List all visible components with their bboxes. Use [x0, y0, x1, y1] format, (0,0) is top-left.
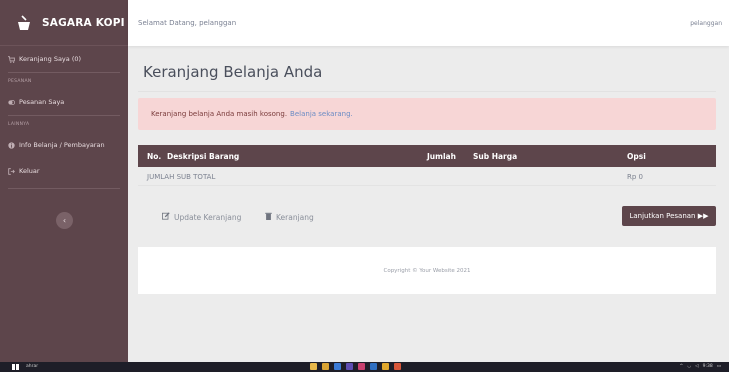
cart-actions: Update Keranjang Keranjang Lanjutkan Pes…	[138, 206, 716, 228]
cart-table: No. Deskripsi Barang Jumlah Sub Harga Op…	[138, 145, 716, 186]
files-icon[interactable]	[382, 363, 389, 370]
empty-cart-alert: Keranjang belanja Anda masih kosong. Bel…	[138, 98, 716, 130]
edit-icon	[162, 212, 170, 222]
sidebar-item-label: Keranjang Saya (0)	[19, 55, 82, 63]
folder-icon[interactable]	[310, 363, 317, 370]
sidebar-item-cart[interactable]: Keranjang Saya (0)	[0, 46, 128, 72]
page-title: Keranjang Belanja Anda	[143, 63, 323, 81]
wifi-icon[interactable]: ◡	[687, 364, 691, 369]
sidebar-item-logout[interactable]: Keluar	[0, 158, 128, 184]
table-header: No. Deskripsi Barang Jumlah Sub Harga Op…	[138, 145, 716, 167]
copyright-text: Copyright © Your Website 2021	[383, 267, 471, 274]
app-icon[interactable]	[346, 363, 353, 370]
system-tray: ^ ◡ ◁ 9:38 ▭	[679, 364, 721, 369]
chrome-icon[interactable]	[322, 363, 329, 370]
clock-text[interactable]: 9:38	[703, 364, 713, 369]
footer: Copyright © Your Website 2021	[138, 247, 716, 294]
orders-icon	[8, 99, 15, 106]
coffee-logo-icon	[18, 14, 30, 30]
update-cart-label: Update Keranjang	[174, 212, 242, 222]
welcome-text: Selamat Datang, pelanggan	[138, 19, 237, 27]
col-no: No.	[147, 152, 162, 161]
word-icon[interactable]	[370, 363, 377, 370]
taskbar-search[interactable]: ahrar	[26, 364, 38, 369]
update-cart-button[interactable]: Update Keranjang	[162, 212, 241, 222]
clear-cart-label: Keranjang	[276, 212, 314, 222]
continue-order-button[interactable]: Lanjutkan Pesanan ▶▶	[622, 206, 716, 226]
sidebar-item-label: Info Belanja / Pembayaran	[19, 141, 105, 149]
sidebar-toggle-button[interactable]: ‹	[56, 212, 73, 229]
clear-cart-button[interactable]: Keranjang	[265, 212, 314, 222]
sidebar-item-info[interactable]: Info Belanja / Pembayaran	[0, 132, 128, 158]
taskbar-apps	[310, 363, 401, 370]
sidebar-heading-other: LAINNYA	[8, 122, 30, 127]
shop-now-link[interactable]: Belanja sekarang.	[290, 110, 353, 118]
sidebar-item-label: Pesanan Saya	[19, 98, 65, 106]
sidebar-divider	[8, 188, 120, 189]
app-icon[interactable]	[358, 363, 365, 370]
col-description: Deskripsi Barang	[167, 152, 240, 161]
xampp-icon[interactable]	[394, 363, 401, 370]
brand-name: SAGARA KOPI	[42, 16, 125, 29]
col-quantity: Jumlah	[427, 152, 456, 161]
total-value: Rp 0	[627, 173, 643, 181]
chevron-left-icon: ‹	[62, 216, 67, 225]
topbar: Selamat Datang, pelanggan pelanggan	[128, 0, 729, 46]
total-label: JUMLAH SUB TOTAL	[147, 173, 216, 181]
total-row: JUMLAH SUB TOTAL Rp 0	[138, 167, 716, 186]
sidebar: SAGARA KOPI Keranjang Saya (0) PESANAN P…	[0, 0, 128, 362]
notification-icon[interactable]: ▭	[717, 364, 721, 369]
user-menu[interactable]: pelanggan	[690, 20, 722, 27]
vscode-icon[interactable]	[334, 363, 341, 370]
title-divider	[138, 91, 716, 92]
info-icon	[8, 141, 15, 149]
logout-icon	[8, 167, 15, 175]
col-options: Opsi	[627, 152, 646, 161]
sidebar-item-label: Keluar	[19, 167, 40, 175]
cart-icon	[8, 55, 15, 63]
trash-icon	[265, 212, 272, 222]
col-subtotal: Sub Harga	[473, 152, 518, 161]
windows-start-icon[interactable]	[12, 364, 19, 370]
chevron-up-icon[interactable]: ^	[679, 364, 683, 369]
volume-icon[interactable]: ◁	[695, 364, 698, 369]
sidebar-item-orders[interactable]: Pesanan Saya	[0, 89, 128, 115]
brand[interactable]: SAGARA KOPI	[0, 0, 128, 46]
os-taskbar: ahrar ^ ◡ ◁ 9:38 ▭	[0, 362, 729, 372]
sidebar-heading-orders: PESANAN	[8, 79, 32, 84]
alert-text: Keranjang belanja Anda masih kosong.	[151, 110, 288, 118]
